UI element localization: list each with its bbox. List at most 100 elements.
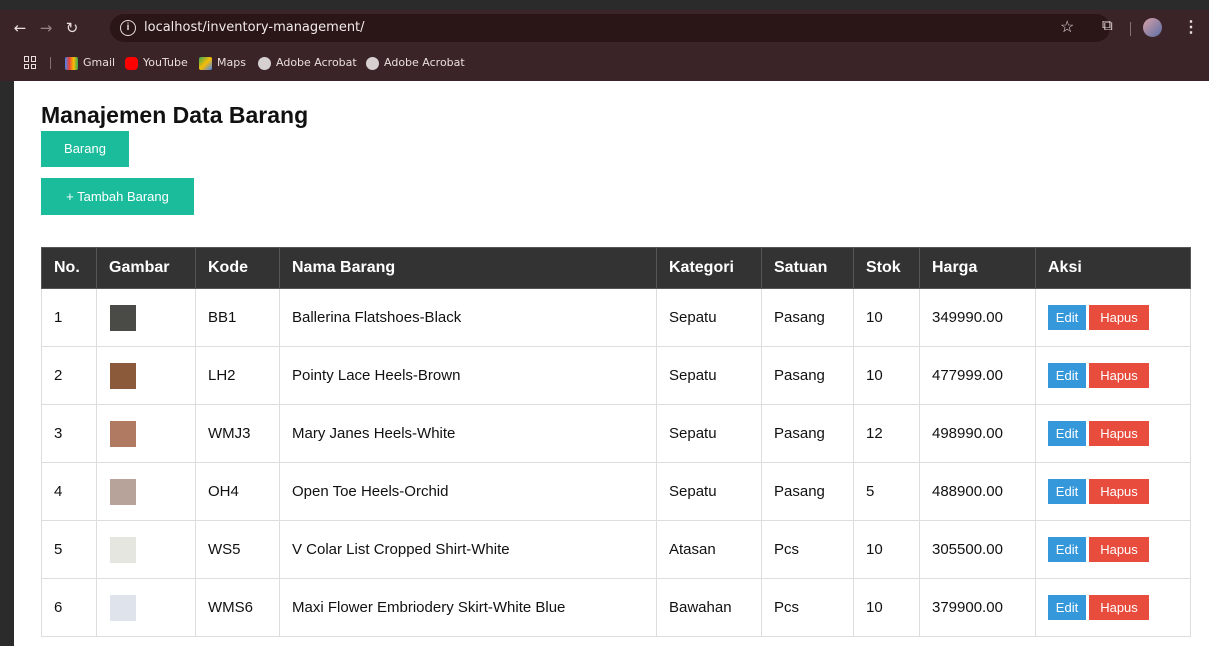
youtube-icon xyxy=(125,56,138,70)
add-item-button[interactable]: + Tambah Barang xyxy=(41,178,194,215)
reload-icon[interactable]: ↻ xyxy=(62,18,82,38)
cell-no: 3 xyxy=(41,404,97,463)
cell-nama: Ballerina Flatshoes-Black xyxy=(279,288,657,347)
cell-satuan: Pcs xyxy=(761,578,854,637)
cell-gambar xyxy=(96,462,196,521)
profile-avatar-icon[interactable] xyxy=(1143,18,1162,37)
cell-aksi: Edit Hapus xyxy=(1035,520,1191,579)
cell-gambar xyxy=(96,578,196,637)
cell-aksi: Edit Hapus xyxy=(1035,578,1191,637)
cell-satuan: Pasang xyxy=(761,462,854,521)
cell-no: 2 xyxy=(41,346,97,405)
col-nama: Nama Barang xyxy=(279,247,657,289)
cell-satuan: Pasang xyxy=(761,346,854,405)
edit-button[interactable]: Edit xyxy=(1048,421,1086,446)
bookmark-gmail[interactable]: Gmail xyxy=(65,55,115,71)
delete-button[interactable]: Hapus xyxy=(1089,537,1149,562)
cell-gambar xyxy=(96,404,196,463)
delete-button[interactable]: Hapus xyxy=(1089,305,1149,330)
nav-barang-button[interactable]: Barang xyxy=(41,131,129,167)
cell-harga: 498990.00 xyxy=(919,404,1036,463)
cell-aksi: Edit Hapus xyxy=(1035,462,1191,521)
cell-no: 1 xyxy=(41,288,97,347)
product-thumbnail xyxy=(110,362,136,389)
edit-button[interactable]: Edit xyxy=(1048,595,1086,620)
cell-aksi: Edit Hapus xyxy=(1035,404,1191,463)
col-kode: Kode xyxy=(195,247,280,289)
cell-no: 6 xyxy=(41,578,97,637)
cell-kategori: Sepatu xyxy=(656,404,762,463)
bookmark-label: Maps xyxy=(217,56,246,69)
extensions-icon[interactable]: ⧉ xyxy=(1102,17,1113,34)
cell-stok: 10 xyxy=(853,578,920,637)
product-thumbnail xyxy=(110,594,136,621)
product-thumbnail xyxy=(110,536,136,563)
cell-kode: OH4 xyxy=(195,462,280,521)
cell-kode: WMJ3 xyxy=(195,404,280,463)
cell-stok: 12 xyxy=(853,404,920,463)
cell-nama: Maxi Flower Embriodery Skirt-White Blue xyxy=(279,578,657,637)
bookmark-acrobat-2[interactable]: Adobe Acrobat xyxy=(366,55,465,71)
cell-gambar xyxy=(96,520,196,579)
browser-chrome: ← → ↻ i localhost/inventory-management/ … xyxy=(0,10,1209,81)
cell-harga: 349990.00 xyxy=(919,288,1036,347)
bookmarks-bar: Gmail YouTube Maps Adobe Acrobat Adobe A… xyxy=(0,48,1209,78)
cell-satuan: Pasang xyxy=(761,288,854,347)
maps-icon xyxy=(199,56,212,70)
gmail-icon xyxy=(65,56,78,70)
cell-kode: BB1 xyxy=(195,288,280,347)
table-row: 6 WMS6 Maxi Flower Embriodery Skirt-White … xyxy=(41,578,1191,637)
address-bar[interactable]: i localhost/inventory-management/ xyxy=(110,14,1110,42)
delete-button[interactable]: Hapus xyxy=(1089,363,1149,388)
toolbar-divider xyxy=(1130,22,1131,36)
bookmark-star-icon[interactable]: ☆ xyxy=(1060,17,1074,37)
edit-button[interactable]: Edit xyxy=(1048,479,1086,504)
delete-button[interactable]: Hapus xyxy=(1089,595,1149,620)
cell-kategori: Bawahan xyxy=(656,578,762,637)
col-no: No. xyxy=(41,247,97,289)
cell-no: 5 xyxy=(41,520,97,579)
cell-kategori: Atasan xyxy=(656,520,762,579)
table-row: 5 WS5 V Colar List Cropped Shirt-White Atas… xyxy=(41,520,1191,579)
items-table: No. Gambar Kode Nama Barang Kategori Sat… xyxy=(41,247,1191,637)
cell-aksi: Edit Hapus xyxy=(1035,346,1191,405)
col-aksi: Aksi xyxy=(1035,247,1191,289)
product-thumbnail xyxy=(110,420,136,447)
edit-button[interactable]: Edit xyxy=(1048,537,1086,562)
col-gambar: Gambar xyxy=(96,247,196,289)
url-text[interactable]: localhost/inventory-management/ xyxy=(144,20,365,35)
cell-kode: WS5 xyxy=(195,520,280,579)
cell-kode: LH2 xyxy=(195,346,280,405)
product-thumbnail xyxy=(110,304,136,331)
site-info-icon[interactable]: i xyxy=(120,20,136,36)
window-edge xyxy=(0,81,14,646)
col-satuan: Satuan xyxy=(761,247,854,289)
address-row: ← → ↻ i localhost/inventory-management/ … xyxy=(0,10,1209,46)
acrobat-icon xyxy=(258,56,271,70)
bookmark-label: YouTube xyxy=(143,56,188,69)
acrobat-icon xyxy=(366,56,379,70)
table-row: 2 LH2 Pointy Lace Heels-Brown Sepatu Pasang 1… xyxy=(41,346,1191,405)
delete-button[interactable]: Hapus xyxy=(1089,479,1149,504)
apps-grid-icon[interactable] xyxy=(24,56,37,69)
bookmark-youtube[interactable]: YouTube xyxy=(125,55,188,71)
browser-menu-icon[interactable]: ⋮ xyxy=(1183,17,1199,37)
bookmarks-divider xyxy=(50,57,51,69)
table-header-row: No. Gambar Kode Nama Barang Kategori Sat… xyxy=(41,247,1191,289)
bookmark-acrobat-1[interactable]: Adobe Acrobat xyxy=(258,55,357,71)
cell-harga: 379900.00 xyxy=(919,578,1036,637)
cell-kategori: Sepatu xyxy=(656,288,762,347)
bookmark-maps[interactable]: Maps xyxy=(199,55,246,71)
col-kategori: Kategori xyxy=(656,247,762,289)
page-title: Manajemen Data Barang xyxy=(41,102,309,128)
cell-harga: 305500.00 xyxy=(919,520,1036,579)
cell-no: 4 xyxy=(41,462,97,521)
edit-button[interactable]: Edit xyxy=(1048,305,1086,330)
forward-icon[interactable]: → xyxy=(36,18,56,38)
cell-stok: 5 xyxy=(853,462,920,521)
cell-kode: WMS6 xyxy=(195,578,280,637)
cell-stok: 10 xyxy=(853,520,920,579)
delete-button[interactable]: Hapus xyxy=(1089,421,1149,446)
back-icon[interactable]: ← xyxy=(10,18,30,38)
edit-button[interactable]: Edit xyxy=(1048,363,1086,388)
